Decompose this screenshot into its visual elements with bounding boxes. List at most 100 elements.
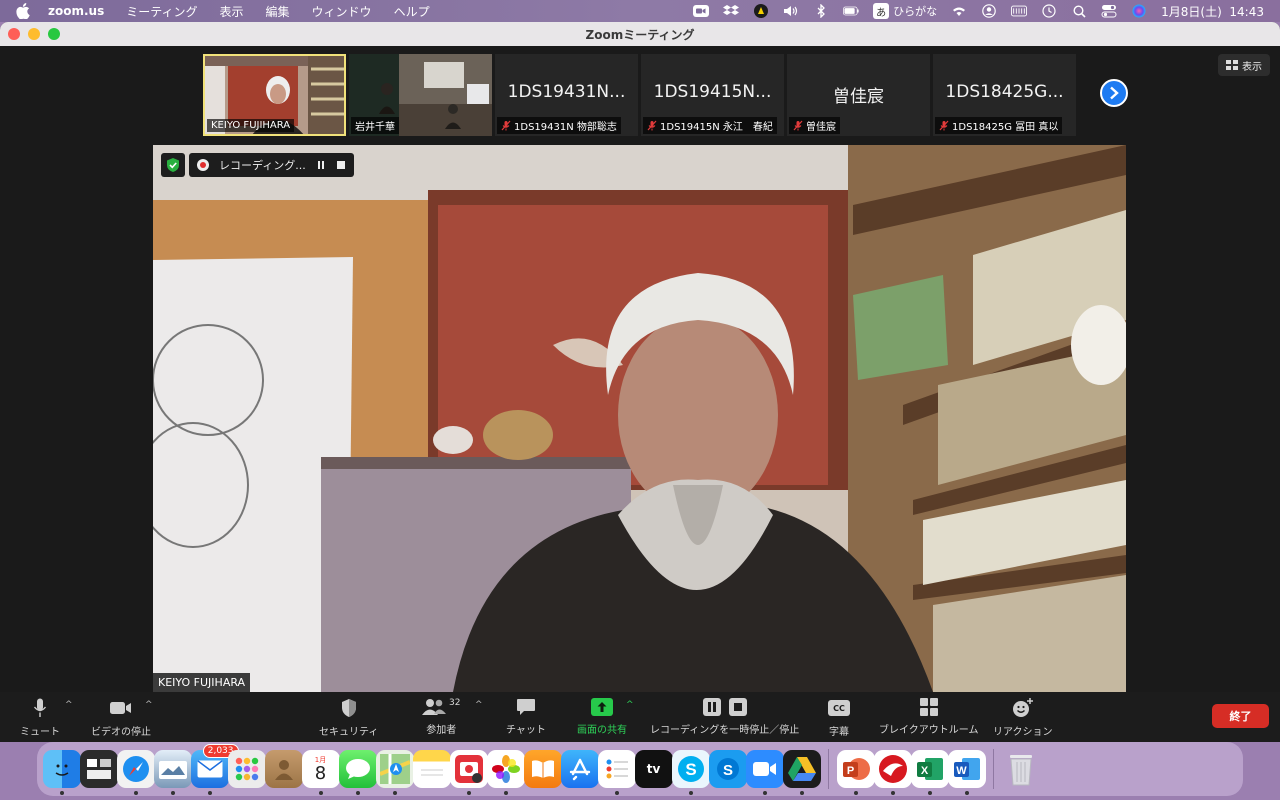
share-options-caret-icon[interactable]: ^: [626, 700, 634, 710]
menubar-clock[interactable]: 1月8日(土) 14:43: [1161, 3, 1264, 20]
speaker-video-frame: [153, 145, 1126, 692]
messages-app-icon[interactable]: [338, 750, 377, 795]
participants-count: 32: [449, 698, 461, 708]
captions-label: 字幕: [829, 727, 849, 738]
trend-micro-app-icon[interactable]: [873, 750, 912, 795]
dropbox-icon[interactable]: [723, 4, 740, 18]
captions-button[interactable]: CC 字幕: [828, 698, 850, 738]
participant-thumb-nagae[interactable]: 1DS19415N... 1DS19415N 永江 春紀: [641, 54, 784, 136]
preview-app-icon[interactable]: [153, 750, 192, 795]
participant-name-iwai: 岩井千華: [355, 122, 395, 133]
view-mode-button[interactable]: 表示: [1218, 54, 1270, 76]
end-meeting-button[interactable]: 終了: [1212, 704, 1269, 728]
ime-label[interactable]: ひらがな: [893, 3, 937, 19]
calendar-day: 8: [314, 763, 327, 784]
books-app-icon[interactable]: [523, 750, 562, 788]
menu-help[interactable]: ヘルプ: [394, 3, 430, 20]
participant-name-zeng: 曽佳宸: [806, 122, 836, 133]
participant-thumb-zeng[interactable]: 曽佳宸 曽佳宸: [787, 54, 930, 136]
participant-thumb-keiyo[interactable]: KEIYO FUJIHARA: [203, 54, 346, 136]
google-drive-app-icon[interactable]: [782, 750, 821, 795]
time-machine-icon[interactable]: [1041, 4, 1057, 18]
mic-muted-icon: [501, 120, 511, 131]
volume-icon[interactable]: [783, 4, 799, 18]
reactions-button[interactable]: リアクション: [993, 698, 1053, 738]
photos-app-icon[interactable]: [486, 750, 525, 795]
apple-tv-label: tv: [646, 762, 661, 776]
word-app-icon[interactable]: W: [947, 750, 986, 795]
bluetooth-icon[interactable]: [813, 4, 829, 18]
encryption-indicator[interactable]: [161, 153, 185, 177]
chevron-right-icon: [1110, 86, 1119, 100]
zoom-status-icon[interactable]: [693, 4, 710, 18]
video-options-caret-icon[interactable]: ^: [145, 700, 153, 710]
dock-separator: [828, 749, 829, 789]
stop-video-button[interactable]: ビデオの停止: [91, 698, 151, 738]
next-page-button[interactable]: [1100, 79, 1128, 107]
powerpoint-app-icon[interactable]: P: [836, 750, 875, 795]
participant-thumb-tomita[interactable]: 1DS18425G... 1DS18425G 冨田 真以: [933, 54, 1076, 136]
menu-window[interactable]: ウィンドウ: [312, 3, 372, 20]
calendar-app-icon[interactable]: 1月 8: [301, 750, 340, 795]
wifi-icon[interactable]: [951, 4, 967, 18]
contacts-app-icon[interactable]: [264, 750, 303, 788]
video-camera-icon: [110, 702, 131, 714]
photo-booth-app-icon[interactable]: [449, 750, 488, 795]
participant-thumb-mononobe[interactable]: 1DS19431N... 1DS19431N 物部聡志: [495, 54, 638, 136]
pause-recording-icon[interactable]: [316, 160, 326, 170]
notes-app-icon[interactable]: [412, 750, 451, 788]
breakout-rooms-button[interactable]: ブレイクアウトルーム: [879, 698, 979, 736]
finder-app-icon[interactable]: [42, 750, 81, 795]
zoom-app-icon[interactable]: [745, 750, 784, 795]
menu-app-name[interactable]: zoom.us: [48, 4, 104, 18]
spotlight-search-icon[interactable]: [1071, 4, 1087, 18]
control-center-icon[interactable]: [1101, 4, 1117, 18]
chat-button[interactable]: チャット: [506, 698, 546, 736]
reminders-app-icon[interactable]: [597, 750, 636, 795]
svg-text:S: S: [685, 760, 696, 779]
participant-name-keiyo: KEIYO FUJIHARA: [211, 120, 291, 131]
siri-icon[interactable]: [1131, 4, 1147, 18]
launchpad-app-icon[interactable]: [227, 750, 266, 788]
mute-button[interactable]: ミュート: [20, 698, 60, 738]
vpn-status-icon[interactable]: [753, 4, 769, 18]
participant-bigname-zeng: 曽佳宸: [833, 87, 884, 107]
maps-app-icon[interactable]: [375, 750, 414, 795]
ime-indicator-icon[interactable]: あ: [873, 3, 890, 19]
participants-caret-icon[interactable]: ^: [475, 700, 483, 710]
mute-label: ミュート: [20, 727, 60, 738]
breakout-rooms-icon: [919, 698, 938, 716]
trash-icon[interactable]: [1002, 750, 1040, 788]
menu-meeting[interactable]: ミーティング: [126, 3, 197, 20]
mail-app-icon[interactable]: 2,033: [190, 744, 239, 795]
skype-app-icon[interactable]: S: [671, 750, 710, 795]
safari-app-icon[interactable]: [116, 750, 155, 795]
zoom-window: Zoomミーティング KEIYO FUJIHARA 岩井千華 1DS19431N…: [0, 22, 1280, 742]
recording-controls: レコーディング...: [161, 153, 354, 177]
recording-dot-icon: [197, 159, 209, 171]
participants-button[interactable]: 32 参加者: [422, 698, 460, 736]
stop-recording-icon[interactable]: [336, 160, 346, 170]
apple-tv-app-icon[interactable]: tv: [634, 750, 673, 788]
recording-pause-stop-button[interactable]: レコーディングを一時停止／停止: [650, 698, 799, 736]
audio-options-caret-icon[interactable]: ^: [65, 700, 73, 710]
svg-text:W: W: [956, 765, 967, 777]
macos-menubar: zoom.us ミーティング 表示 編集 ウィンドウ ヘルプ あ ひらがな 1月…: [0, 0, 1280, 22]
window-titlebar: Zoomミーティング: [0, 22, 1280, 46]
breakout-rooms-label: ブレイクアウトルーム: [879, 725, 979, 736]
apple-menu-icon[interactable]: [16, 3, 30, 19]
battery-icon[interactable]: [843, 4, 859, 18]
menu-view[interactable]: 表示: [220, 3, 244, 20]
mission-control-app-icon[interactable]: [79, 750, 118, 788]
skype-for-business-app-icon[interactable]: S: [708, 750, 747, 788]
user-account-icon[interactable]: [981, 4, 997, 18]
excel-app-icon[interactable]: X: [910, 750, 949, 795]
shield-check-icon: [167, 158, 179, 172]
main-speaker-video[interactable]: レコーディング... KEIYO FUJIHARA: [153, 145, 1126, 692]
security-button[interactable]: セキュリティ: [319, 698, 378, 738]
app-store-app-icon[interactable]: [560, 750, 599, 788]
share-screen-button[interactable]: 画面の共有: [577, 698, 627, 736]
participant-thumb-iwai[interactable]: 岩井千華: [349, 54, 492, 136]
menu-edit[interactable]: 編集: [266, 3, 290, 20]
keyboard-icon[interactable]: [1011, 4, 1028, 18]
